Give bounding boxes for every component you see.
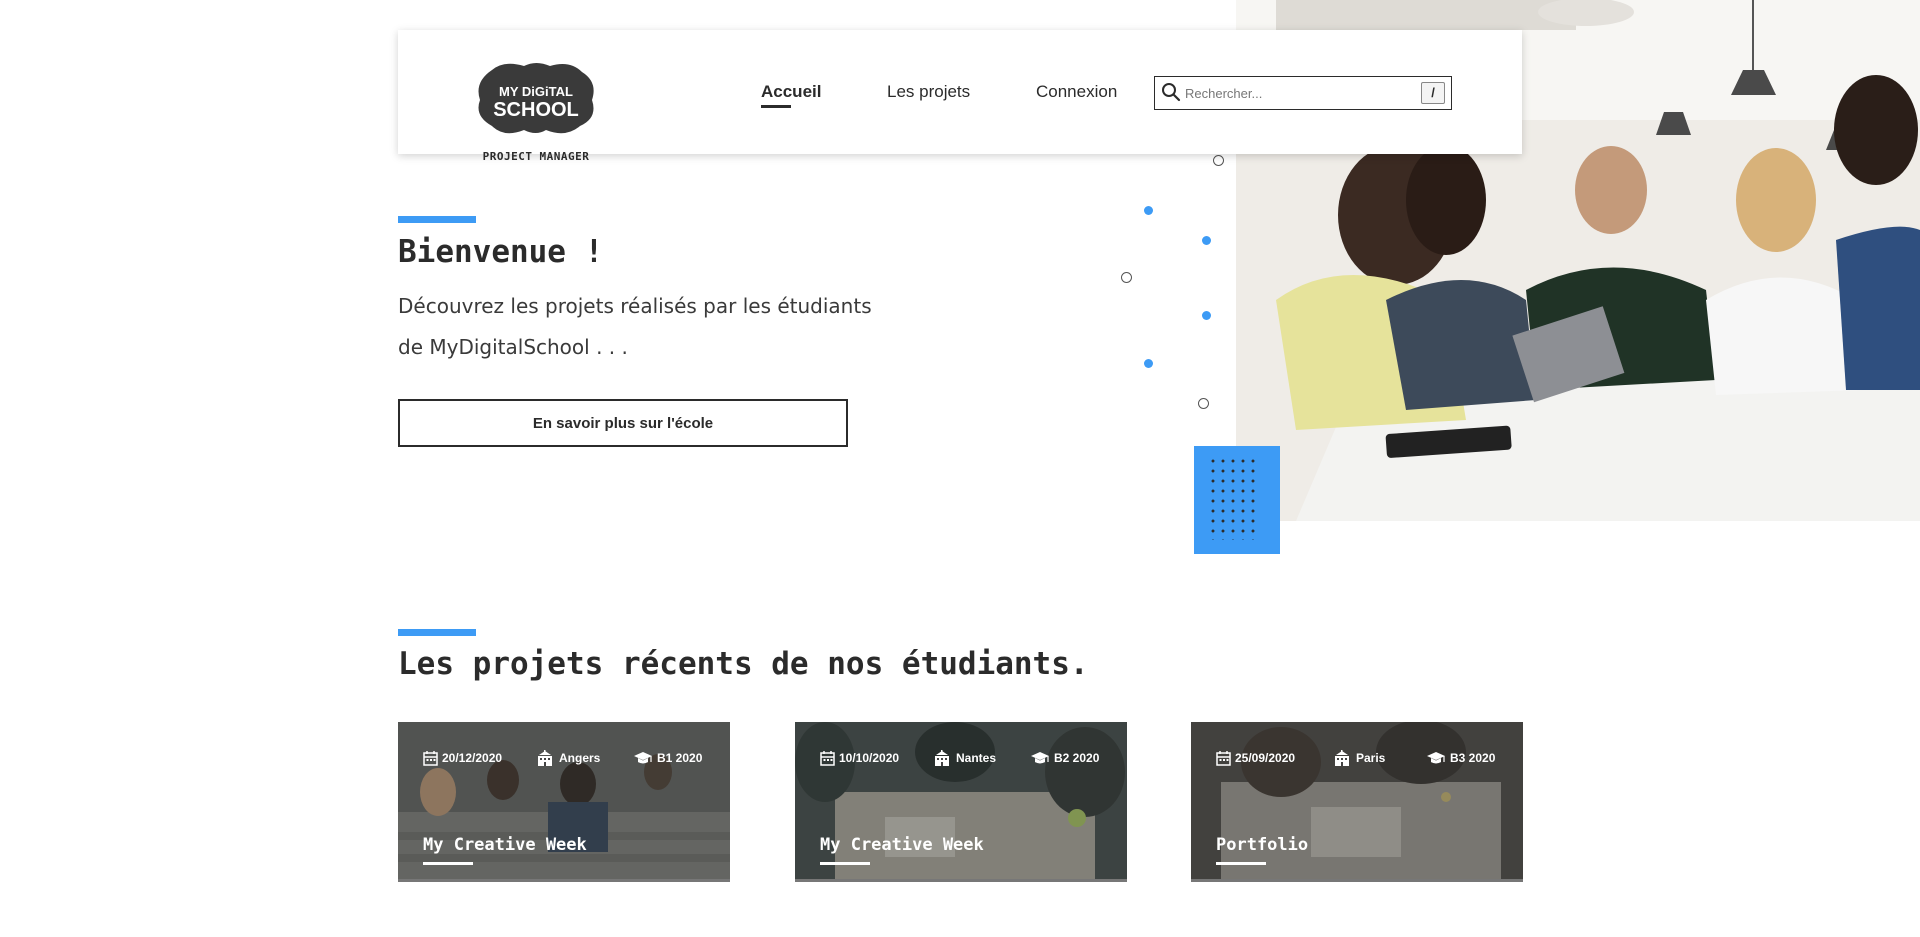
card-overlay <box>795 722 1127 882</box>
project-level-text: B1 2020 <box>657 751 703 765</box>
project-level-text: B2 2020 <box>1054 751 1100 765</box>
graduation-cap-icon <box>1427 752 1445 764</box>
calendar-icon <box>1216 751 1231 766</box>
logo-caption: PROJECT MANAGER <box>482 150 590 163</box>
search-input[interactable] <box>1185 82 1407 104</box>
search-icon[interactable] <box>1161 82 1181 102</box>
project-date-text: 25/09/2020 <box>1235 751 1296 765</box>
nav-les-projets[interactable]: Les projets <box>887 82 970 102</box>
card-overlay <box>1191 722 1523 882</box>
decorative-ring <box>1121 272 1132 283</box>
title-underline <box>820 862 870 865</box>
calendar-icon <box>820 751 835 766</box>
project-city: Nantes <box>932 750 996 766</box>
project-card[interactable]: 20/12/2020 Angers B1 2020 My Creative We… <box>398 722 730 882</box>
hero-title: Bienvenue ! <box>398 234 604 270</box>
decorative-dot <box>1144 359 1153 368</box>
brain-logo-icon: MY DiGiTAL SCHOOL <box>478 63 594 134</box>
logo-line2: SCHOOL <box>493 99 579 121</box>
project-title: My Creative Week <box>423 835 587 855</box>
project-city: Paris <box>1332 750 1385 766</box>
title-underline <box>423 862 473 865</box>
project-date: 20/12/2020 <box>423 750 502 766</box>
nav-connexion[interactable]: Connexion <box>1036 82 1117 102</box>
project-title: My Creative Week <box>820 835 984 855</box>
card-bottom-border <box>795 879 1127 882</box>
accent-bar <box>398 216 476 223</box>
graduation-cap-icon <box>634 752 652 764</box>
project-level-text: B3 2020 <box>1450 751 1496 765</box>
project-level: B1 2020 <box>633 750 702 766</box>
project-level: B3 2020 <box>1426 750 1495 766</box>
logo-link[interactable]: MY DiGiTAL SCHOOL PROJECT MANAGER <box>474 60 598 163</box>
search-shortcut-key: / <box>1421 82 1445 104</box>
decorative-ring <box>1213 155 1224 166</box>
project-title: Portfolio <box>1216 835 1309 855</box>
project-city-text: Angers <box>559 751 601 765</box>
card-bottom-border <box>398 879 730 882</box>
title-underline <box>1216 862 1266 865</box>
hero-text: Découvrez les projets réalisés par les é… <box>398 294 872 359</box>
project-city: Angers <box>535 750 600 766</box>
calendar-icon <box>423 751 438 766</box>
project-city-text: Nantes <box>956 751 997 765</box>
card-bottom-border <box>1191 879 1523 882</box>
section-title: Les projets récents de nos étudiants. <box>398 646 1089 682</box>
decorative-dot <box>1144 206 1153 215</box>
project-date-text: 20/12/2020 <box>442 751 503 765</box>
decorative-ring <box>1198 398 1209 409</box>
project-date: 10/10/2020 <box>820 750 899 766</box>
learn-more-button[interactable]: En savoir plus sur l'école <box>398 399 848 447</box>
school-building-icon <box>538 750 552 766</box>
decorative-dot <box>1202 311 1211 320</box>
project-date-text: 10/10/2020 <box>839 751 900 765</box>
decorative-dot-grid <box>1208 456 1258 540</box>
graduation-cap-icon <box>1031 752 1049 764</box>
search-box: / <box>1154 76 1452 110</box>
card-overlay <box>398 722 730 882</box>
decorative-dot <box>1202 236 1211 245</box>
school-building-icon <box>935 750 949 766</box>
accent-bar <box>398 629 476 636</box>
school-building-icon <box>1335 750 1349 766</box>
project-card[interactable]: 25/09/2020 Paris B3 2020 Portfolio <box>1191 722 1523 882</box>
project-level: B2 2020 <box>1030 750 1099 766</box>
nav-accueil[interactable]: Accueil <box>761 82 821 108</box>
site-header: MY DiGiTAL SCHOOL PROJECT MANAGER Accuei… <box>398 30 1522 163</box>
project-date: 25/09/2020 <box>1216 750 1295 766</box>
project-card[interactable]: 10/10/2020 Nantes B2 2020 My Creative We… <box>795 722 1127 882</box>
project-city-text: Paris <box>1356 751 1386 765</box>
logo-line1: MY DiGiTAL <box>499 84 573 99</box>
